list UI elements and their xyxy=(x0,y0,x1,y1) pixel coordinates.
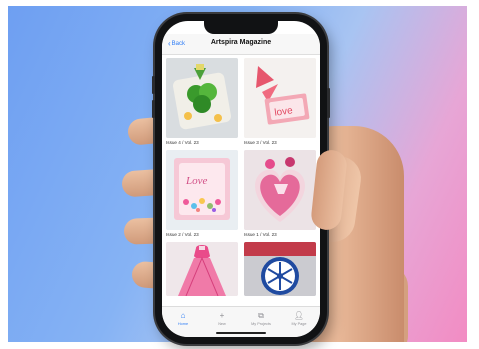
page-title: Artspira Magazine xyxy=(210,39,272,46)
tab-label: Home xyxy=(177,322,189,326)
tab-new[interactable]: + New xyxy=(203,311,241,326)
magazine-issue-card[interactable]: Issue 1 / Vol. 23 xyxy=(244,150,316,237)
tab-home[interactable]: ⌂ Home xyxy=(164,311,202,326)
snowflake-ornament-art xyxy=(244,242,316,296)
svg-text:Love: Love xyxy=(185,175,208,187)
magazine-issue-card[interactable] xyxy=(244,242,316,296)
projects-icon: ⧉ xyxy=(258,311,264,320)
pink-love-card-art: love xyxy=(244,58,316,138)
issue-caption: Issue 3 / Vol. 23 xyxy=(244,140,277,145)
issue-cover-image xyxy=(244,242,316,296)
tab-label: New xyxy=(218,322,226,326)
tab-label: My Page xyxy=(291,322,307,326)
love-shaker-card-art: Love xyxy=(166,150,238,230)
tab-my-projects[interactable]: ⧉ My Projects xyxy=(242,311,280,326)
phone-device: ‹Back Artspira Magazine Issue 4 / Vol. 2… xyxy=(152,14,330,344)
issue-cover-image xyxy=(166,58,238,138)
issue-cover-image xyxy=(166,242,238,296)
issue-cover-image: Love xyxy=(166,150,238,230)
person-icon: 👤︎ xyxy=(293,311,305,320)
issue-cover-image xyxy=(244,150,316,230)
tab-bar: ⌂ Home + New ⧉ My Projects 👤︎ My Page xyxy=(162,306,320,337)
magazine-issue-card[interactable]: Love Issue 2 / Vol. 23 xyxy=(166,150,238,237)
issue-caption: Issue 4 / Vol. 23 xyxy=(166,140,199,145)
pink-heart-pillow-art xyxy=(244,150,316,230)
power-button xyxy=(327,88,330,118)
magazine-issue-card[interactable]: Issue 4 / Vol. 23 xyxy=(166,58,238,145)
magazine-issue-card[interactable]: love Issue 3 / Vol. 23 xyxy=(244,58,316,145)
magazine-issue-card[interactable] xyxy=(166,242,238,296)
volume-down-button xyxy=(152,100,155,118)
volume-up-button xyxy=(152,76,155,94)
plus-icon: + xyxy=(219,311,225,320)
phone-screen: ‹Back Artspira Magazine Issue 4 / Vol. 2… xyxy=(162,21,320,337)
tab-my-page[interactable]: 👤︎ My Page xyxy=(280,311,318,326)
house-icon: ⌂ xyxy=(180,311,186,320)
tab-label: My Projects xyxy=(251,322,271,326)
green-shamrock-coaster-art xyxy=(166,58,238,138)
notch xyxy=(204,21,278,34)
issue-caption: Issue 2 / Vol. 23 xyxy=(166,232,199,237)
home-indicator[interactable] xyxy=(216,332,266,334)
issue-caption: Issue 1 / Vol. 23 xyxy=(244,232,277,237)
navigation-bar: ‹Back Artspira Magazine xyxy=(162,34,320,55)
paper-dress-art xyxy=(166,242,238,296)
issue-cover-image: love xyxy=(244,58,316,138)
